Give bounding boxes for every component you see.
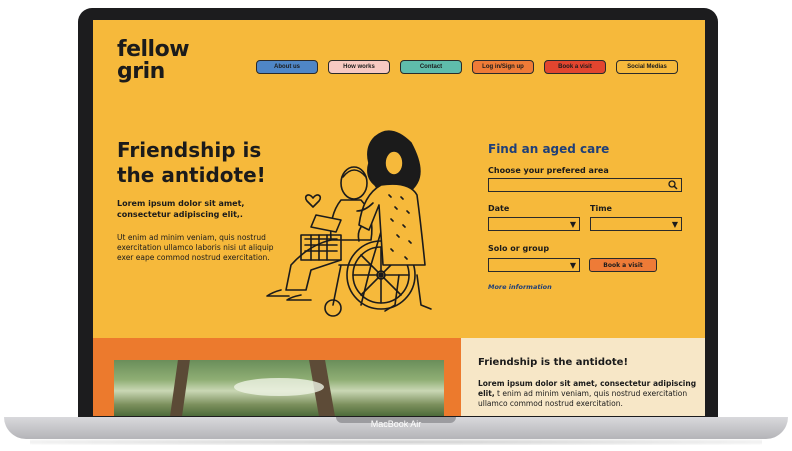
- bottom-body: Lorem ipsum dolor sit amet, consectetur …: [478, 379, 698, 409]
- date-select[interactable]: ▼: [488, 217, 580, 231]
- area-search-input[interactable]: [488, 178, 682, 192]
- website-screen: fellow grin About us How works Contact L…: [93, 20, 705, 416]
- chevron-down-icon: ▼: [569, 261, 576, 270]
- logo-line2: grin: [117, 59, 165, 84]
- nav-contact[interactable]: Contact: [400, 60, 462, 74]
- hero-subtitle: Lorem ipsum dolor sit amet, consectetur …: [117, 199, 245, 219]
- book-visit-button[interactable]: Book a visit: [589, 258, 657, 272]
- nav-how-works[interactable]: How works: [328, 60, 390, 74]
- nav-book-a-visit[interactable]: Book a visit: [544, 60, 606, 74]
- area-label: Choose your prefered area: [488, 166, 609, 175]
- nav-about-us[interactable]: About us: [256, 60, 318, 74]
- find-aged-care-title: Find an aged care: [488, 142, 610, 156]
- chevron-down-icon: ▼: [569, 220, 576, 229]
- time-label: Time: [590, 204, 612, 213]
- bottom-title: Friendship is the antidote!: [478, 357, 628, 368]
- park-trees-photo: [114, 360, 444, 416]
- chevron-down-icon: ▼: [671, 220, 678, 229]
- date-label: Date: [488, 204, 510, 213]
- search-icon[interactable]: [668, 180, 678, 190]
- bottom-body-rest: t enim ad minim veniam, quis nostrud exe…: [478, 389, 688, 408]
- time-select[interactable]: ▼: [590, 217, 682, 231]
- solo-group-select[interactable]: ▼: [488, 258, 580, 272]
- hero-body: Ut enim ad minim veniam, quis nostrud ex…: [117, 233, 274, 262]
- device-label: MacBook Air: [370, 419, 422, 429]
- main-nav: About us How works Contact Log in/Sign u…: [256, 60, 678, 74]
- more-information-link[interactable]: More information: [488, 283, 552, 291]
- elderly-friendship-illustration: [266, 130, 432, 317]
- nav-social-medias[interactable]: Social Medias: [616, 60, 678, 74]
- laptop-shadow: [30, 439, 762, 445]
- fellowgrin-logo[interactable]: fellow grin: [117, 39, 190, 84]
- solo-group-label: Solo or group: [488, 244, 550, 253]
- nav-login-signup[interactable]: Log in/Sign up: [472, 60, 534, 74]
